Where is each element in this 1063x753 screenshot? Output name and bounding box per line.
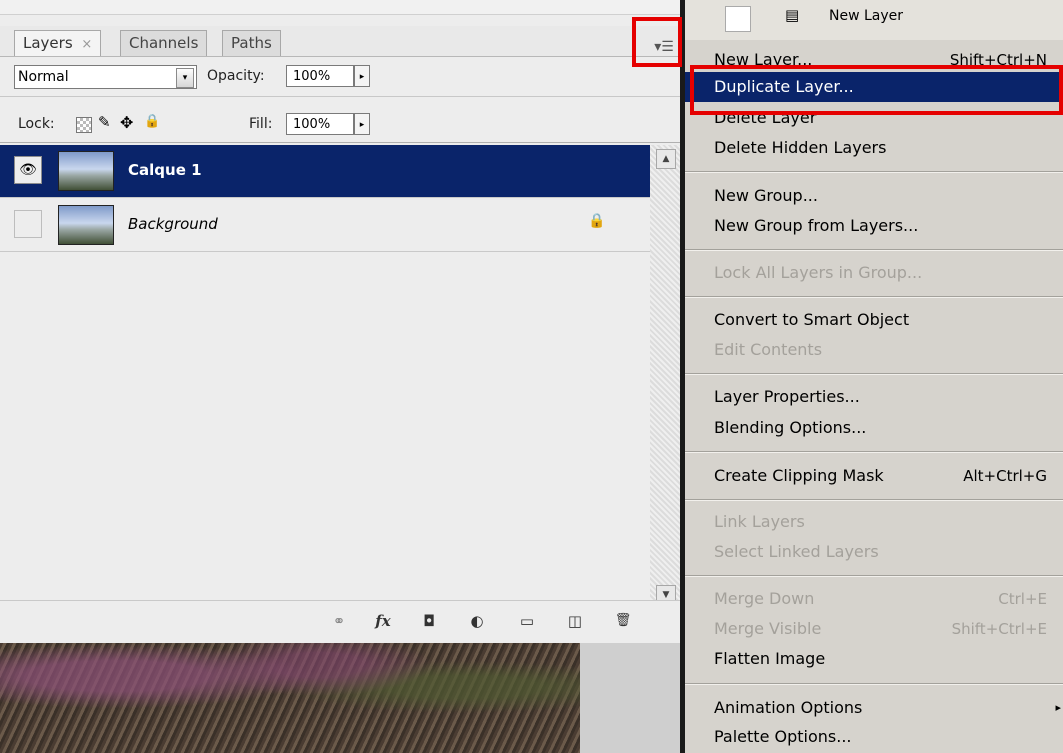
visibility-toggle[interactable] [14, 210, 42, 238]
menu-item-merge-down[interactable]: Merge Down Ctrl+E [685, 584, 1063, 614]
layer-swatch [725, 6, 751, 32]
adjustment-layer-icon[interactable]: ◐ [464, 609, 490, 633]
panel-tab-bar: Layers × Channels Paths [0, 26, 682, 57]
canvas-photo [0, 643, 580, 753]
menu-item-label: Convert to Smart Object [714, 310, 910, 329]
eye-icon[interactable]: 👁 [14, 156, 42, 184]
tab-layers-label: Layers [23, 34, 73, 52]
tab-paths-label: Paths [231, 34, 272, 52]
menu-item-label: Delete Hidden Layers [714, 138, 887, 157]
tab-layers[interactable]: Layers × [14, 30, 102, 56]
opacity-input[interactable]: 100% [286, 65, 354, 87]
menu-item-create-clipping-mask[interactable]: Create Clipping Mask Alt+Ctrl+G [685, 461, 1063, 491]
opacity-label: Opacity: [207, 68, 265, 84]
lock-icon: 🔒 [588, 213, 606, 229]
new-layer-doc-icon: ▤ [785, 6, 800, 24]
layer-name: Background [128, 215, 218, 233]
menu-item-layer-properties[interactable]: Layer Properties... [685, 382, 1063, 412]
layers-panel: Layers × Channels Paths ▾☰ Normal ▾ Opac… [0, 0, 682, 643]
menu-item-merge-visible[interactable]: Merge Visible Shift+Ctrl+E [685, 614, 1063, 644]
menu-item-new-group-from-layers[interactable]: New Group from Layers... [685, 211, 1063, 241]
menu-item-label: Palette Options... [714, 727, 852, 746]
menu-item-delete-hidden-layers[interactable]: Delete Hidden Layers [685, 133, 1063, 163]
menu-item-link-layers[interactable]: Link Layers [685, 507, 1063, 537]
add-mask-icon[interactable]: ◘ [416, 609, 442, 633]
menu-item-label: Layer Properties... [714, 387, 860, 406]
layer-row-calque-1[interactable]: 👁 Calque 1 [0, 145, 650, 198]
close-icon[interactable]: × [81, 37, 92, 52]
menu-topbar-label: New Layer [829, 8, 904, 24]
menu-item-label: Lock All Layers in Group... [714, 263, 923, 282]
tab-paths[interactable]: Paths [222, 30, 281, 56]
chevron-down-icon[interactable]: ▾ [176, 68, 194, 88]
menu-item-lock-all-layers[interactable]: Lock All Layers in Group... [685, 258, 1063, 288]
menu-item-new-group[interactable]: New Group... [685, 181, 1063, 211]
layer-thumbnail [58, 151, 114, 191]
menu-item-label: Animation Options [714, 698, 863, 717]
menu-item-label: Select Linked Layers [714, 542, 879, 561]
lock-row: Lock: ✎ ✥ 🔒 Fill: 100% ▸ [0, 108, 682, 143]
menu-item-edit-contents[interactable]: Edit Contents [685, 335, 1063, 365]
lock-transparent-icon[interactable] [76, 117, 92, 133]
menu-separator [685, 249, 1063, 251]
menu-item-label: Edit Contents [714, 340, 823, 359]
opacity-slider-arrow-icon[interactable]: ▸ [354, 65, 370, 87]
layer-thumbnail [58, 205, 114, 245]
panel-top-strip [0, 0, 682, 15]
lock-move-icon[interactable]: ✥ [120, 113, 133, 132]
scroll-up-icon[interactable]: ▲ [656, 149, 676, 169]
tab-channels[interactable]: Channels [120, 30, 208, 56]
blend-row: Normal ▾ Opacity: 100% ▸ [0, 60, 682, 97]
layer-row-background[interactable]: Background 🔒 [0, 199, 650, 252]
menu-item-convert-smart-object[interactable]: Convert to Smart Object [685, 305, 1063, 335]
menu-item-select-linked-layers[interactable]: Select Linked Layers [685, 537, 1063, 567]
fx-icon[interactable]: fx [368, 609, 398, 633]
menu-separator [685, 296, 1063, 298]
menu-item-label: Link Layers [714, 512, 805, 531]
new-group-icon[interactable]: ▭ [514, 609, 540, 633]
menu-item-label: New Group from Layers... [714, 216, 919, 235]
menu-item-label: Blending Options... [714, 418, 867, 437]
menu-separator [685, 451, 1063, 453]
menu-item-shortcut: Shift+Ctrl+E [951, 620, 1047, 638]
menu-topbar: ▤ New Layer [685, 0, 1063, 41]
blend-mode-value: Normal [18, 69, 69, 85]
annotation-highlight-duplicate-layer [690, 65, 1063, 115]
layers-toolbar: ⚭ fx ◘ ◐ ▭ ◫ 🗑 [0, 600, 682, 643]
lock-all-icon[interactable]: 🔒 [144, 114, 160, 129]
fill-label: Fill: [249, 116, 273, 132]
menu-item-label: Merge Down [714, 589, 815, 608]
menu-item-label: Create Clipping Mask [714, 466, 884, 485]
menu-item-shortcut: Alt+Ctrl+G [963, 467, 1047, 485]
menu-separator [685, 683, 1063, 685]
panel-context-menu: New Layer... Shift+Ctrl+N Duplicate Laye… [685, 40, 1063, 753]
menu-item-blending-options[interactable]: Blending Options... [685, 413, 1063, 443]
trash-icon[interactable]: 🗑 [610, 609, 636, 633]
blend-mode-select[interactable]: Normal ▾ [14, 65, 197, 89]
submenu-arrow-icon: ▸ [1055, 701, 1061, 714]
layers-scrollbar[interactable]: ▲ ▼ [650, 145, 682, 625]
fill-input[interactable]: 100% [286, 113, 354, 135]
fill-slider-arrow-icon[interactable]: ▸ [354, 113, 370, 135]
menu-item-shortcut: Ctrl+E [998, 590, 1047, 608]
menu-item-label: New Group... [714, 186, 818, 205]
menu-item-animation-options[interactable]: Animation Options ▸ [685, 693, 1063, 723]
menu-separator [685, 499, 1063, 501]
link-layers-icon[interactable]: ⚭ [326, 609, 352, 633]
lock-label: Lock: [18, 116, 55, 132]
menu-separator [685, 171, 1063, 173]
menu-separator [685, 575, 1063, 577]
annotation-highlight-menu-button [632, 17, 682, 67]
layers-list: 👁 Calque 1 Background 🔒 [0, 145, 650, 600]
menu-item-label: Flatten Image [714, 649, 826, 668]
tab-channels-label: Channels [129, 34, 199, 52]
new-layer-icon[interactable]: ◫ [562, 609, 588, 633]
layer-name: Calque 1 [128, 161, 202, 179]
lock-brush-icon[interactable]: ✎ [98, 113, 111, 131]
menu-separator [685, 373, 1063, 375]
menu-item-label: Merge Visible [714, 619, 822, 638]
canvas-gutter [580, 643, 680, 753]
menu-item-flatten-image[interactable]: Flatten Image [685, 644, 1063, 674]
menu-item-palette-options[interactable]: Palette Options... [685, 722, 1063, 752]
